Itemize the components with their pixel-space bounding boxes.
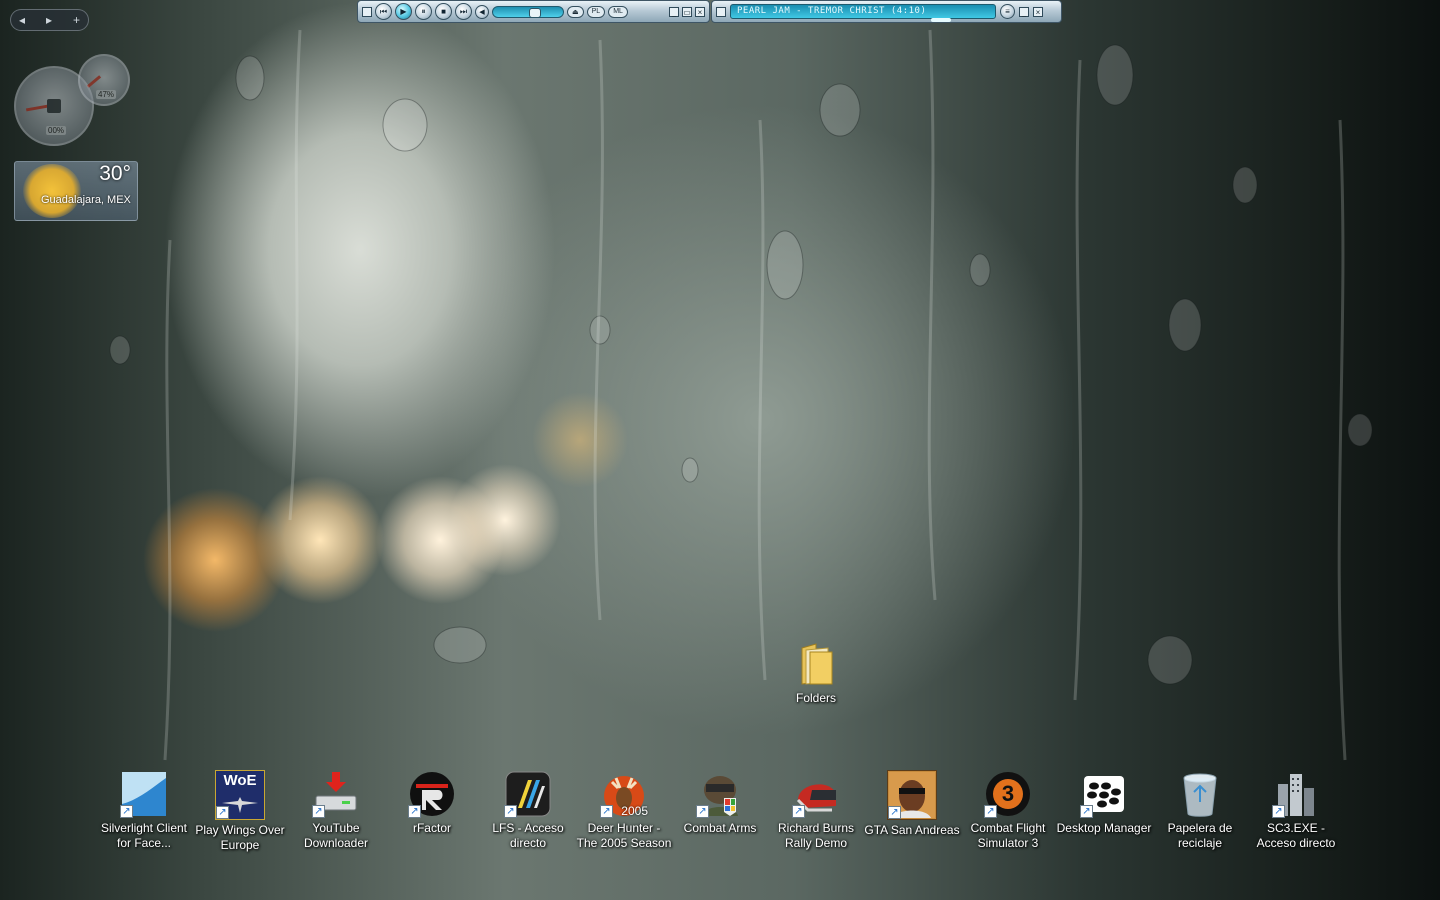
cfs-number: 3 [1001,781,1015,806]
icon-label: Folders [795,691,836,705]
shade-icon[interactable]: ▭ [682,6,692,17]
deer-hunter-year: 2005 [621,804,648,818]
now-playing-text: PEARL JAM - TREMOR CHRIST (4:10) [737,6,927,16]
close-icon[interactable]: × [1033,6,1043,17]
icon-label: Richard Burns Rally Demo [777,821,855,850]
shortcut-arrow-icon: ↗ [504,805,517,818]
back-icon[interactable]: ◂ [19,13,25,27]
memory-meter-gauge[interactable]: 47% [78,54,130,106]
winamp-nowplaying-window[interactable]: PEARL JAM - TREMOR CHRIST (4:10) ≡ _ × [711,0,1062,23]
seek-bar-knob[interactable] [931,18,951,22]
combat-arms-icon: ↗ [696,770,744,818]
pause-button[interactable]: ⏸ [415,3,432,20]
volume-slider-knob[interactable] [529,7,541,18]
desktop-icon-recycle-bin[interactable]: Papelera de reciclaje [1152,770,1248,851]
now-playing-marquee[interactable]: PEARL JAM - TREMOR CHRIST (4:10) [730,4,996,22]
gauge-needle [86,75,102,88]
winamp-menu-icon[interactable] [716,6,726,17]
shortcut-arrow-icon: ↗ [1272,805,1285,818]
shortcut-arrow-icon: ↗ [1080,805,1093,818]
volume-slider[interactable] [492,5,564,18]
media-library-button[interactable]: ML [608,5,628,18]
shortcut-arrow-icon: ↗ [216,806,229,819]
memory-readout: 47% [96,90,117,99]
icon-label: YouTube Downloader [303,821,369,850]
shortcut-arrow-icon: ↗ [984,805,997,818]
next-track-button[interactable]: ⏭ [455,3,472,20]
icon-label: GTA San Andreas [864,823,960,837]
playlist-toggle-button[interactable]: PL [586,5,606,18]
menu-list-icon[interactable]: ≡ [1000,4,1015,19]
desktop-icon-desktop-manager[interactable]: ↗ Desktop Manager [1056,770,1152,836]
minimize-icon[interactable]: _ [669,6,679,17]
rfactor-icon: ↗ [408,770,456,818]
minimize-icon[interactable]: _ [1019,6,1029,17]
sidebar-navigation-pill: ◂ ▸ + [10,9,89,31]
shortcut-arrow-icon: ↗ [120,805,133,818]
recycle-bin-icon [1176,770,1224,818]
wallpaper-raindrops [109,29,1373,761]
blackberry-icon: ↗ [1080,770,1128,818]
desktop-icon-folders[interactable]: Folders [768,640,864,706]
close-icon[interactable]: × [695,6,705,17]
shortcut-arrow-icon: ↗ [312,805,325,818]
cpu-readout: 00% [46,126,67,135]
shortcut-arrow-icon: ↗ [600,805,613,818]
gta-san-andreas-icon: ↗ [887,770,937,820]
play-button[interactable]: ▶ [395,3,412,20]
gauge-hub [47,99,61,113]
desktop-icon-combat-arms[interactable]: ↗ Combat Arms [672,770,768,836]
rally-helmet-icon: ↗ [792,770,840,818]
icon-label: Desktop Manager [1056,821,1152,835]
icon-label: rFactor [412,821,451,835]
icon-label: Silverlight Client for Face... [100,821,188,850]
desktop-icon-rfactor[interactable]: ↗ rFactor [384,770,480,836]
volume-icon: ◀ [475,4,489,19]
weather-location: Guadalajara, MEX [41,194,131,206]
woe-logo-text: WoE [223,772,257,789]
deer-hunter-icon: 2005 ↗ [600,770,648,818]
icon-label: Papelera de reciclaje [1167,821,1233,850]
icon-label: LFS - Acceso directo [492,821,564,850]
stop-button[interactable]: ■ [435,3,452,20]
eject-button[interactable]: ⏏ [567,5,584,18]
sun-icon [23,164,81,218]
winamp-player-window[interactable]: ⏮ ▶ ⏸ ■ ⏭ ◀ ⏏ PL ML _ ▭ × [357,0,710,23]
shortcut-arrow-icon: ↗ [792,805,805,818]
add-gadget-icon[interactable]: + [73,13,80,27]
previous-track-button[interactable]: ⏮ [375,3,392,20]
desktop-icon-combat-flight-simulator[interactable]: 3 ↗ Combat Flight Simulator 3 [960,770,1056,851]
download-icon: ↗ [312,770,360,818]
desktop-icon-silverlight[interactable]: ↗ Silverlight Client for Face... [96,770,192,851]
desktop-icon-lfs[interactable]: ↗ LFS - Acceso directo [480,770,576,851]
icon-label: SC3.EXE - Acceso directo [1256,821,1336,850]
simcity-icon: ↗ [1272,770,1320,818]
shortcut-arrow-icon: ↗ [696,805,709,818]
shortcut-arrow-icon: ↗ [888,806,901,819]
icon-label: Combat Flight Simulator 3 [970,821,1046,850]
shortcut-arrow-icon: ↗ [408,805,421,818]
combat-flight-simulator-icon: 3 ↗ [984,770,1032,818]
wings-over-europe-icon: WoE ↗ [215,770,265,820]
silverlight-icon: ↗ [120,770,168,818]
desktop-icon-gta-san-andreas[interactable]: ↗ GTA San Andreas [864,770,960,838]
desktop-icon-youtube-downloader[interactable]: ↗ YouTube Downloader [288,770,384,851]
weather-gadget[interactable]: 30° Guadalajara, MEX [14,161,138,221]
desktop-icon-wings-over-europe[interactable]: WoE ↗ Play Wings Over Europe [192,770,288,853]
weather-temperature: 30° [99,162,131,185]
desktop-icon-richard-burns-rally[interactable]: ↗ Richard Burns Rally Demo [768,770,864,851]
folder-icon [792,640,840,688]
icon-label: Play Wings Over Europe [195,823,285,852]
lfs-icon: ↗ [504,770,552,818]
winamp-menu-icon[interactable] [362,6,372,17]
icon-label: Deer Hunter - The 2005 Season [576,821,672,850]
desktop-icon-deer-hunter[interactable]: 2005 ↗ Deer Hunter - The 2005 Season [576,770,672,851]
desktop-icon-sc3[interactable]: ↗ SC3.EXE - Acceso directo [1248,770,1344,851]
forward-icon[interactable]: ▸ [46,13,52,27]
icon-label: Combat Arms [683,821,757,835]
